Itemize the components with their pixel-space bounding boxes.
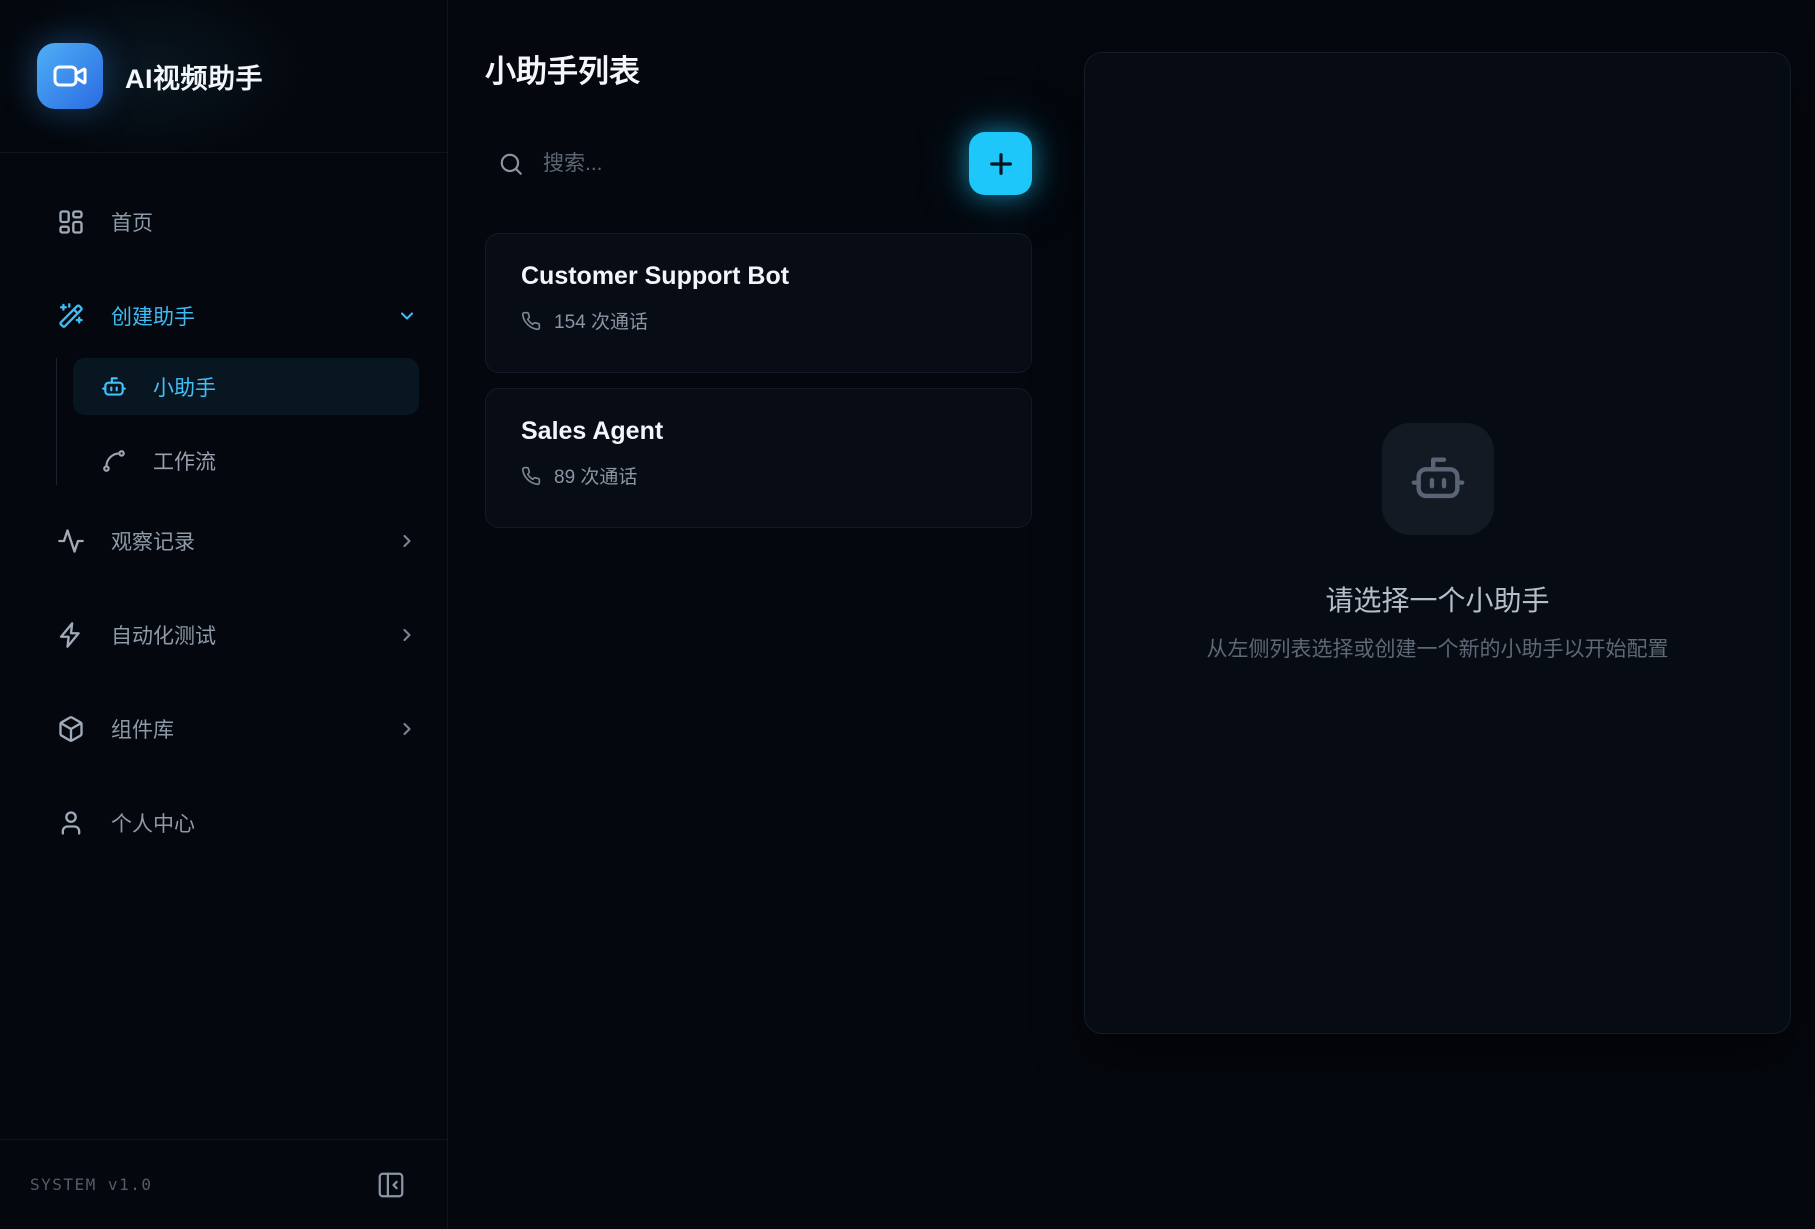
create-assistant-submenu: 小助手 工作流 bbox=[56, 358, 419, 485]
sidebar-item-observation-records[interactable]: 观察记录 bbox=[0, 517, 447, 565]
sidebar-item-label: 自动化测试 bbox=[111, 620, 216, 650]
page-title: 小助手列表 bbox=[485, 52, 1032, 92]
phone-icon bbox=[521, 466, 541, 486]
sidebar-item-component-library[interactable]: 组件库 bbox=[0, 705, 447, 753]
assistant-meta: 89 次通话 bbox=[521, 462, 996, 489]
search-row bbox=[485, 132, 1032, 195]
bot-icon bbox=[101, 374, 127, 400]
assistant-card[interactable]: Customer Support Bot 154 次通话 bbox=[485, 233, 1032, 373]
app-logo bbox=[37, 43, 103, 109]
zap-icon bbox=[57, 621, 85, 649]
assistant-call-count: 154 次通话 bbox=[554, 307, 648, 334]
sidebar-item-label: 组件库 bbox=[111, 714, 174, 744]
assistant-meta: 154 次通话 bbox=[521, 307, 996, 334]
add-assistant-button[interactable] bbox=[969, 132, 1032, 195]
sidebar-item-label: 观察记录 bbox=[111, 526, 195, 556]
app-title: AI视频助手 bbox=[125, 57, 263, 96]
system-version: SYSTEM v1.0 bbox=[30, 1175, 152, 1194]
sidebar-item-label: 工作流 bbox=[153, 446, 216, 476]
main-area: 小助手列表 Customer Support Bot bbox=[448, 0, 1815, 1229]
sidebar-item-label: 小助手 bbox=[153, 372, 216, 402]
chevron-right-icon bbox=[397, 531, 417, 551]
app-logo-row: AI视频助手 bbox=[0, 0, 447, 153]
sidebar-item-workflow[interactable]: 工作流 bbox=[73, 437, 419, 485]
video-camera-icon bbox=[52, 58, 88, 94]
sidebar-item-label: 个人中心 bbox=[111, 808, 195, 838]
search-input[interactable] bbox=[541, 151, 969, 177]
chevron-down-icon bbox=[397, 306, 417, 326]
sidebar-item-automated-testing[interactable]: 自动化测试 bbox=[0, 611, 447, 659]
assistant-detail-panel: 请选择一个小助手 从左侧列表选择或创建一个新的小助手以开始配置 bbox=[1084, 52, 1791, 1034]
phone-icon bbox=[521, 311, 541, 331]
sidebar-item-home[interactable]: 首页 bbox=[0, 198, 447, 246]
collapse-sidebar-button[interactable] bbox=[375, 1169, 407, 1201]
assistant-list-panel: 小助手列表 Customer Support Bot bbox=[485, 52, 1032, 1229]
sidebar-item-assistants[interactable]: 小助手 bbox=[73, 358, 419, 415]
sidebar-item-profile[interactable]: 个人中心 bbox=[0, 799, 447, 847]
sidebar-footer: SYSTEM v1.0 bbox=[0, 1139, 447, 1229]
dashboard-icon bbox=[57, 208, 85, 236]
assistant-call-count: 89 次通话 bbox=[554, 462, 637, 489]
sidebar-item-create-assistant[interactable]: 创建助手 bbox=[0, 292, 447, 340]
box-icon bbox=[57, 715, 85, 743]
sidebar-item-label: 首页 bbox=[111, 207, 153, 237]
activity-icon bbox=[57, 527, 85, 555]
empty-state-subtitle: 从左侧列表选择或创建一个新的小助手以开始配置 bbox=[1207, 633, 1669, 663]
empty-state-title: 请选择一个小助手 bbox=[1207, 579, 1669, 619]
assistant-card[interactable]: Sales Agent 89 次通话 bbox=[485, 388, 1032, 528]
chevron-right-icon bbox=[397, 719, 417, 739]
workflow-spline-icon bbox=[101, 448, 127, 474]
assistant-name: Customer Support Bot bbox=[521, 262, 996, 291]
assistant-card-list: Customer Support Bot 154 次通话 Sales Agent bbox=[485, 233, 1032, 528]
user-icon bbox=[57, 809, 85, 837]
empty-state: 请选择一个小助手 从左侧列表选择或创建一个新的小助手以开始配置 bbox=[1207, 423, 1669, 663]
search-icon bbox=[498, 151, 524, 177]
empty-state-icon-box bbox=[1382, 423, 1494, 535]
chevron-right-icon bbox=[397, 625, 417, 645]
bot-icon bbox=[1409, 450, 1467, 508]
app-root: AI视频助手 首页 创建助手 bbox=[0, 0, 1815, 1229]
assistant-name: Sales Agent bbox=[521, 417, 996, 446]
sidebar-item-label: 创建助手 bbox=[111, 301, 195, 331]
sidebar: AI视频助手 首页 创建助手 bbox=[0, 0, 448, 1229]
panel-collapse-icon bbox=[376, 1170, 406, 1200]
sidebar-nav: 首页 创建助手 bbox=[0, 153, 447, 1139]
wand-sparkles-icon bbox=[57, 302, 85, 330]
plus-icon bbox=[985, 148, 1017, 180]
